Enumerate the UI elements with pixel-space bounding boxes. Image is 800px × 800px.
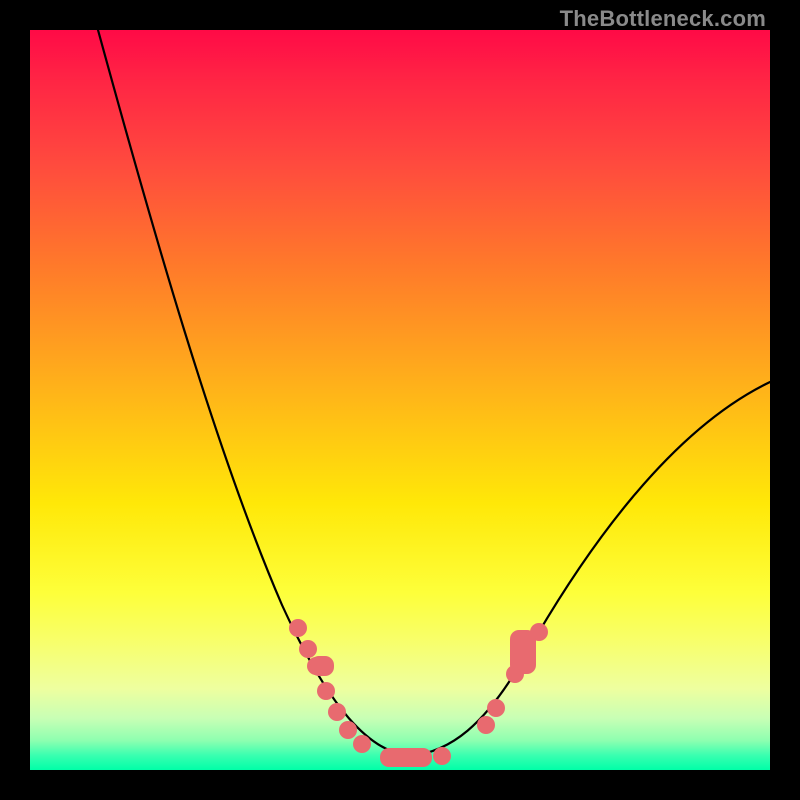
plot-area xyxy=(30,30,770,770)
data-marker xyxy=(477,716,495,734)
data-marker xyxy=(299,640,317,658)
data-marker-wide xyxy=(380,748,432,767)
watermark-text: TheBottleneck.com xyxy=(560,6,766,32)
data-marker xyxy=(353,735,371,753)
data-marker xyxy=(328,703,346,721)
marker-group xyxy=(289,619,548,767)
data-marker xyxy=(339,721,357,739)
data-marker xyxy=(289,619,307,637)
data-marker-wide xyxy=(510,630,536,674)
chart-frame: TheBottleneck.com xyxy=(0,0,800,800)
data-marker xyxy=(433,747,451,765)
chart-svg xyxy=(30,30,770,770)
data-marker xyxy=(487,699,505,717)
data-marker-wide xyxy=(310,656,334,676)
data-marker xyxy=(317,682,335,700)
bottleneck-curve xyxy=(98,30,770,756)
